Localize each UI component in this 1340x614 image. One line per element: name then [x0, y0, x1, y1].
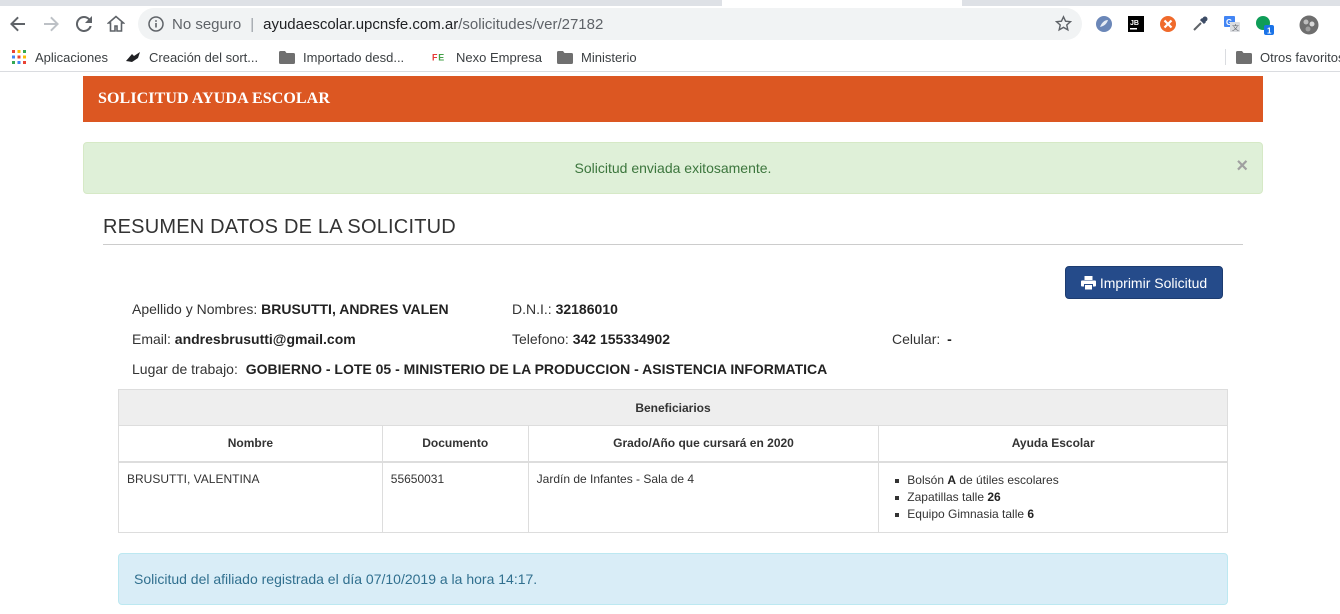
beneficiary-aid: Bolsón A de útiles escolares Zapatillas … — [878, 461, 1228, 533]
profile-avatar-icon[interactable] — [1299, 15, 1319, 35]
svg-text:JB: JB — [1130, 20, 1139, 27]
close-icon[interactable]: × — [1236, 156, 1248, 176]
bookmark-other-favorites[interactable]: Otros favoritos — [1236, 49, 1340, 65]
fe-logo-icon: FE — [432, 49, 448, 65]
security-status: No seguro — [172, 15, 242, 33]
browser-toolbar: No seguro | ayudaescolar.upcnsfe.com.ar /… — [0, 6, 1340, 42]
bookmarks-bar: Aplicaciones Creación del sort... Import… — [0, 42, 1340, 72]
bookmark-label: Creación del sort... — [149, 49, 259, 65]
print-button-label: Imprimir Solicitud — [1099, 274, 1208, 291]
beneficiary-name: BRUSUTTI, VALENTINA — [118, 461, 383, 533]
bookmark-label: Nexo Empresa — [456, 49, 542, 65]
bookmark-nexo-empresa[interactable]: FE Nexo Empresa — [432, 49, 542, 65]
folder-icon — [557, 49, 573, 65]
forward-arrow-icon[interactable] — [39, 12, 63, 36]
page-header: SOLICITUD AYUDA ESCOLAR — [83, 76, 1263, 122]
beneficiary-document: 55650031 — [381, 461, 529, 533]
bookmark-ministerio[interactable]: Ministerio — [557, 49, 637, 65]
name-value: BRUSUTTI, ANDRES VALEN — [261, 301, 449, 317]
apps-grid-icon — [11, 49, 27, 65]
workplace-value: GOBIERNO - LOTE 05 - MINISTERIO DE LA PR… — [245, 361, 828, 377]
printer-icon — [1080, 275, 1096, 290]
svg-text:E: E — [438, 53, 444, 63]
bookmark-apps[interactable]: Aplicaciones — [11, 49, 108, 65]
phone-field: Telefono: 342 155334902 — [512, 331, 670, 347]
cell-label: Celular: — [892, 331, 941, 347]
name-field: Apellido y Nombres: BRUSUTTI, ANDRES VAL… — [132, 301, 449, 317]
success-alert: Solicitud enviada exitosamente. × — [83, 142, 1263, 194]
info-icon[interactable] — [148, 16, 164, 32]
aid-list: Bolsón A de útiles escolares Zapatillas … — [887, 471, 1219, 523]
beneficiary-grade: Jardín de Infantes - Sala de 4 — [527, 461, 880, 533]
cell-field: Celular: - — [892, 331, 952, 347]
url-host: ayudaescolar.upcnsfe.com.ar — [263, 15, 459, 33]
svg-text:F: F — [432, 53, 438, 63]
section-divider — [103, 244, 1243, 245]
phone-value: 342 155334902 — [572, 331, 671, 347]
page-content: SOLICITUD AYUDA ESCOLAR Solicitud enviad… — [0, 72, 1340, 614]
section-title: RESUMEN DATOS DE LA SOLICITUD — [103, 216, 456, 238]
column-header: Nombre — [118, 425, 383, 463]
reload-icon[interactable] — [72, 12, 96, 36]
beneficiaries-table: Beneficiarios Nombre Documento Grado/Año… — [118, 389, 1228, 533]
page-header-title: SOLICITUD AYUDA ESCOLAR — [98, 90, 330, 107]
address-bar[interactable]: No seguro | ayudaescolar.upcnsfe.com.ar /… — [138, 8, 1082, 40]
print-request-button[interactable]: Imprimir Solicitud — [1065, 266, 1223, 299]
url-separator: | — [250, 15, 255, 33]
dni-value: 32186010 — [555, 301, 618, 317]
privacy-badger-icon[interactable] — [1095, 15, 1113, 33]
hangouts-icon[interactable]: 1 — [1255, 15, 1274, 36]
bookmark-creacion[interactable]: Creación del sort... — [125, 49, 258, 65]
registration-info-alert: Solicitud del afiliado registrada el día… — [118, 553, 1228, 605]
svg-text:文: 文 — [1232, 23, 1239, 32]
bookmark-importado[interactable]: Importado desd... — [279, 49, 404, 65]
list-item: Equipo Gimnasia talle 6 — [887, 505, 1219, 523]
column-header: Grado/Año que cursará en 2020 — [527, 425, 880, 463]
bookmark-label: Importado desd... — [303, 49, 405, 65]
eyedropper-icon[interactable] — [1191, 15, 1209, 33]
table-row: BRUSUTTI, VALENTINA 55650031 Jardín de I… — [118, 461, 1228, 533]
bookmark-star-icon[interactable] — [1054, 15, 1073, 36]
phone-label: Telefono: — [512, 331, 569, 347]
column-header: Ayuda Escolar — [878, 425, 1228, 463]
dni-field: D.N.I.: 32186010 — [512, 301, 618, 317]
list-item: Bolsón A de útiles escolares — [887, 471, 1219, 489]
workplace-field: Lugar de trabajo: GOBIERNO - LOTE 05 - M… — [132, 361, 827, 377]
email-label: Email: — [132, 331, 171, 347]
jb-icon[interactable]: JB — [1127, 15, 1145, 33]
success-message: Solicitud enviada exitosamente. — [574, 160, 772, 176]
name-label: Apellido y Nombres: — [132, 301, 258, 317]
email-field: Email: andresbrusutti@gmail.com — [132, 331, 356, 347]
extension-badge: 1 — [1267, 27, 1272, 36]
url-path: /solicitudes/ver/27182 — [458, 15, 604, 33]
translate-icon[interactable]: G文 — [1223, 15, 1241, 33]
home-icon[interactable] — [104, 12, 128, 36]
bird-icon — [125, 49, 141, 65]
cell-value: - — [947, 331, 952, 347]
column-header: Documento — [381, 425, 529, 463]
bookmark-label: Ministerio — [581, 49, 637, 65]
workplace-label: Lugar de trabajo: — [132, 361, 238, 377]
bookmark-label: Otros favoritos — [1260, 49, 1340, 65]
bookmark-label: Aplicaciones — [35, 49, 108, 65]
dni-label: D.N.I.: — [512, 301, 552, 317]
back-arrow-icon[interactable] — [6, 12, 30, 36]
folder-icon — [279, 49, 295, 65]
registration-message: Solicitud del afiliado registrada el día… — [134, 571, 538, 587]
folder-icon — [1236, 49, 1252, 65]
noscript-icon[interactable] — [1159, 15, 1177, 33]
bookmarks-separator — [1225, 49, 1226, 65]
table-title: Beneficiarios — [118, 389, 1228, 426]
list-item: Zapatillas talle 26 — [887, 488, 1219, 506]
email-value: andresbrusutti@gmail.com — [174, 331, 356, 347]
